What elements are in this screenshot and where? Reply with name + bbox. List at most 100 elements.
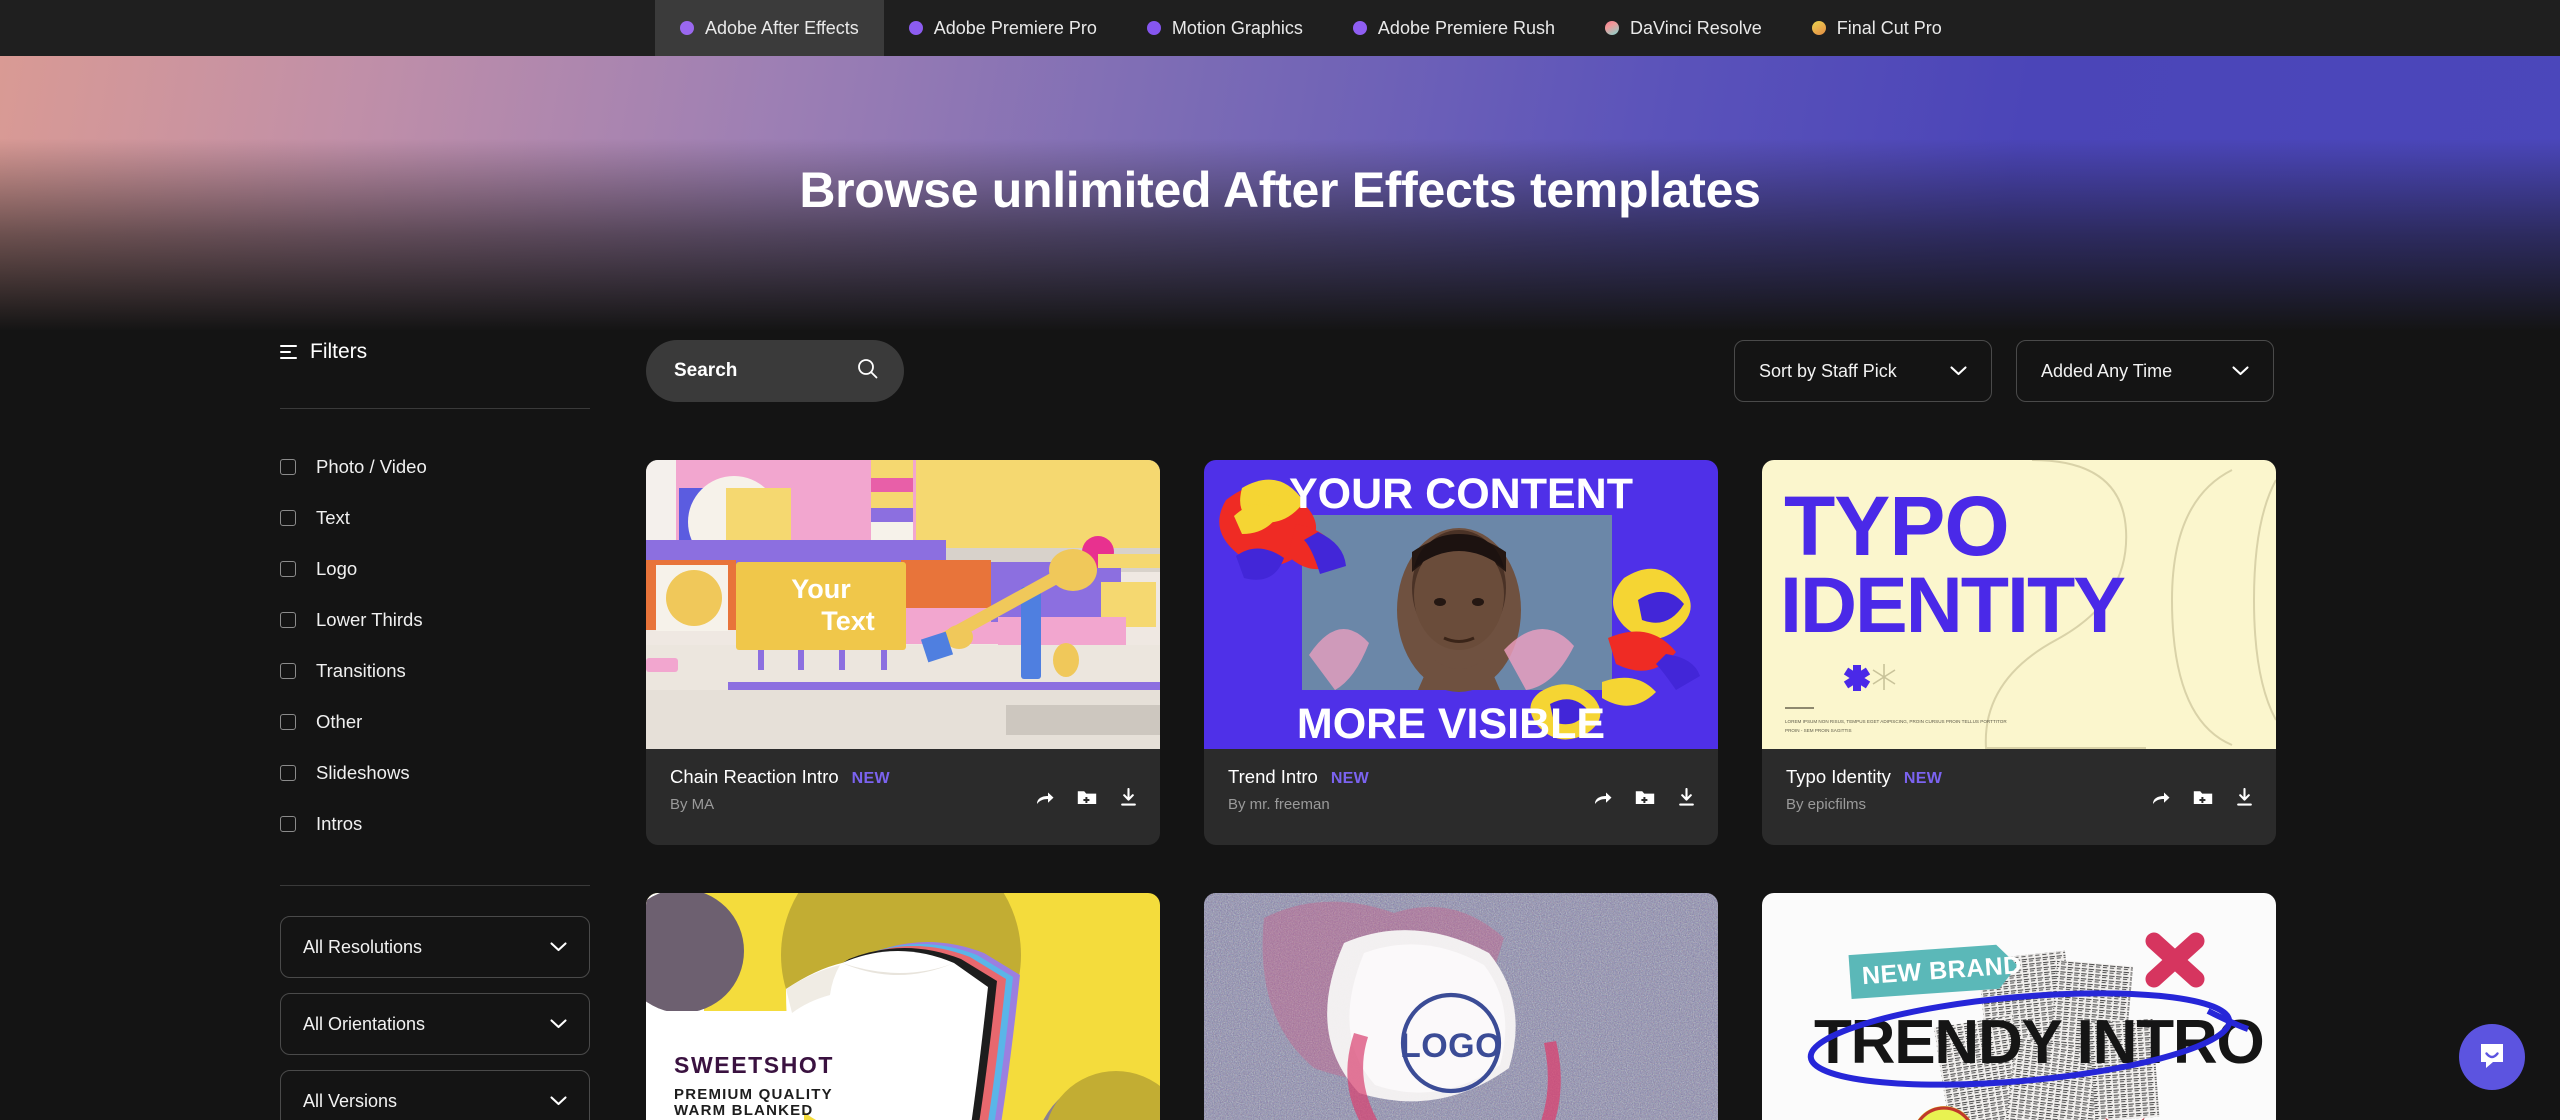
card-actions (2151, 766, 2254, 807)
filter-label: Lower Thirds (316, 608, 423, 630)
checkbox-box[interactable] (280, 764, 296, 781)
hero-banner: Browse unlimited After Effects templates (0, 56, 2560, 331)
filter-checkbox-photo-video[interactable]: Photo / Video (280, 441, 590, 492)
card-author: By epicfilms (1786, 796, 1867, 813)
template-thumbnail[interactable]: YOUR CONTENT MORE VISIBLE (1204, 460, 1718, 749)
new-badge: NEW (851, 770, 890, 787)
chevron-down-icon (550, 942, 567, 952)
checkbox-box[interactable] (280, 662, 296, 679)
template-card[interactable]: NEW BRAND TRENDY INTRO (1762, 893, 2276, 1120)
template-card[interactable]: Your Text Chain Reaction Intro NEW By MA (646, 460, 1160, 845)
add-to-folder-icon[interactable] (1635, 789, 1655, 806)
chevron-down-icon (2232, 366, 2249, 376)
chevron-down-icon (1950, 366, 1967, 376)
card-title-line: Chain Reaction Intro NEW (670, 766, 890, 788)
svg-text:YOUR CONTENT: YOUR CONTENT (1289, 470, 1633, 518)
svg-text:PREMIUM QUALITY: PREMIUM QUALITY (674, 1086, 833, 1103)
chat-bubble-icon (2476, 1039, 2508, 1076)
add-to-folder-icon[interactable] (2193, 789, 2213, 806)
svg-text:IDENTITY: IDENTITY (1780, 560, 2125, 649)
nav-tab-label: Adobe Premiere Pro (933, 17, 1097, 38)
select-all-resolutions[interactable]: All Resolutions (280, 916, 590, 978)
added-time-dropdown[interactable]: Added Any Time (2016, 340, 2274, 402)
filter-label: Text (316, 506, 350, 528)
add-to-folder-icon[interactable] (1077, 789, 1097, 806)
filter-label: Intros (316, 812, 363, 834)
card-metadata: Trend Intro NEW By mr. freeman (1204, 749, 1718, 845)
card-title: Trend Intro (1228, 766, 1318, 787)
checkbox-box[interactable] (280, 815, 296, 832)
toolbar-controls: Sort by Staff Pick Added Any Time (1734, 340, 2274, 402)
sort-by-dropdown[interactable]: Sort by Staff Pick (1734, 340, 1992, 402)
download-icon[interactable] (1119, 788, 1138, 807)
svg-text:Text: Text (821, 606, 875, 636)
filters-label: Filters (310, 340, 368, 363)
template-card[interactable]: SWEETSHOT PREMIUM QUALITY WARM BLANKED S… (646, 893, 1160, 1120)
download-icon[interactable] (1677, 788, 1696, 807)
premiere-dot-icon (908, 21, 923, 35)
checkbox-box[interactable] (280, 611, 296, 628)
filter-checkbox-other[interactable]: Other (280, 696, 590, 747)
svg-text:LOREM IPSUM NON RISUS, TEMPUS: LOREM IPSUM NON RISUS, TEMPUS EGET ADIPI… (1785, 719, 2007, 724)
chat-launcher-button[interactable] (2459, 1024, 2525, 1090)
filter-checkbox-intros[interactable]: Intros (280, 798, 590, 849)
nav-tab-adobe-after-effects[interactable]: Adobe After Effects (655, 0, 884, 56)
filters-sidebar: Filters Photo / Video Text Logo Lower Th… (280, 340, 590, 1120)
checkbox-box[interactable] (280, 509, 296, 526)
card-actions (1593, 766, 1696, 807)
sidebar-divider-bottom (280, 885, 590, 886)
template-card[interactable]: LOGO (1204, 893, 1718, 1120)
filter-checkbox-text[interactable]: Text (280, 492, 590, 543)
filter-checkbox-logo[interactable]: Logo (280, 543, 590, 594)
svg-text:MORE VISIBLE: MORE VISIBLE (1297, 700, 1605, 748)
thumbnail-art-sweatshirt-yellow: SWEETSHOT PREMIUM QUALITY WARM BLANKED S… (646, 893, 1160, 1120)
template-thumbnail[interactable]: TYPO IDENTITY LOREM IPSUM NON RISUS, TEM… (1762, 460, 2276, 749)
nav-tab-adobe-premiere-pro[interactable]: Adobe Premiere Pro (884, 0, 1122, 56)
nav-tab-label: Adobe Premiere Rush (1377, 17, 1556, 38)
filter-label: Other (316, 710, 363, 732)
download-icon[interactable] (2235, 788, 2254, 807)
select-all-orientations[interactable]: All Orientations (280, 993, 590, 1055)
card-author: By mr. freeman (1228, 796, 1330, 813)
svg-text:WARM BLANKED: WARM BLANKED (674, 1102, 813, 1119)
template-card[interactable]: TYPO IDENTITY LOREM IPSUM NON RISUS, TEM… (1762, 460, 2276, 845)
template-thumbnail[interactable]: Your Text (646, 460, 1160, 749)
sort-value: Sort by Staff Pick (1759, 360, 1897, 381)
share-icon[interactable] (1593, 789, 1613, 807)
checkbox-box[interactable] (280, 560, 296, 577)
nav-tab-davinci-resolve[interactable]: DaVinci Resolve (1580, 0, 1787, 56)
nav-tab-label: Adobe After Effects (705, 17, 859, 38)
nav-tab-motion-graphics[interactable]: Motion Graphics (1122, 0, 1328, 56)
share-icon[interactable] (2151, 789, 2171, 807)
share-icon[interactable] (1035, 789, 1055, 807)
card-author: By MA (670, 796, 715, 813)
search-icon[interactable] (857, 358, 878, 384)
page-title: Browse unlimited After Effects templates (799, 162, 1761, 218)
template-thumbnail[interactable]: LOGO (1204, 893, 1718, 1120)
filter-checkbox-transitions[interactable]: Transitions (280, 645, 590, 696)
template-card[interactable]: YOUR CONTENT MORE VISIBLE Trend Intro NE… (1204, 460, 1718, 845)
thumbnail-art-cream-typography: TYPO IDENTITY LOREM IPSUM NON RISUS, TEM… (1762, 460, 2276, 749)
nav-tab-label: Final Cut Pro (1836, 17, 1942, 38)
main-content: Search Sort by Staff Pick Added Any Time (646, 340, 2276, 1120)
card-info: Chain Reaction Intro NEW By MA (670, 766, 890, 813)
new-badge: NEW (1330, 770, 1370, 787)
svg-text:LOGO: LOGO (1400, 1027, 1502, 1065)
nav-tab-final-cut-pro[interactable]: Final Cut Pro (1787, 0, 1967, 56)
nav-tab-adobe-premiere-rush[interactable]: Adobe Premiere Rush (1328, 0, 1580, 56)
filter-checkbox-slideshows[interactable]: Slideshows (280, 747, 590, 798)
nav-tab-label: Motion Graphics (1171, 17, 1303, 38)
select-all-versions[interactable]: All Versions (280, 1070, 590, 1120)
checkbox-box[interactable] (280, 713, 296, 730)
svg-text:SWEETSHOT: SWEETSHOT (674, 1052, 834, 1078)
checkbox-box[interactable] (280, 458, 296, 475)
filter-checkbox-lower-thirds[interactable]: Lower Thirds (280, 594, 590, 645)
top-navigation-bar: Adobe After Effects Adobe Premiere Pro M… (0, 0, 2560, 56)
template-thumbnail[interactable]: SWEETSHOT PREMIUM QUALITY WARM BLANKED S… (646, 893, 1160, 1120)
card-title: Chain Reaction Intro (670, 766, 839, 787)
search-input[interactable]: Search (646, 340, 904, 402)
template-thumbnail[interactable]: NEW BRAND TRENDY INTRO (1762, 893, 2276, 1120)
svg-text:Your: Your (791, 574, 851, 604)
filter-label: Photo / Video (316, 455, 427, 477)
